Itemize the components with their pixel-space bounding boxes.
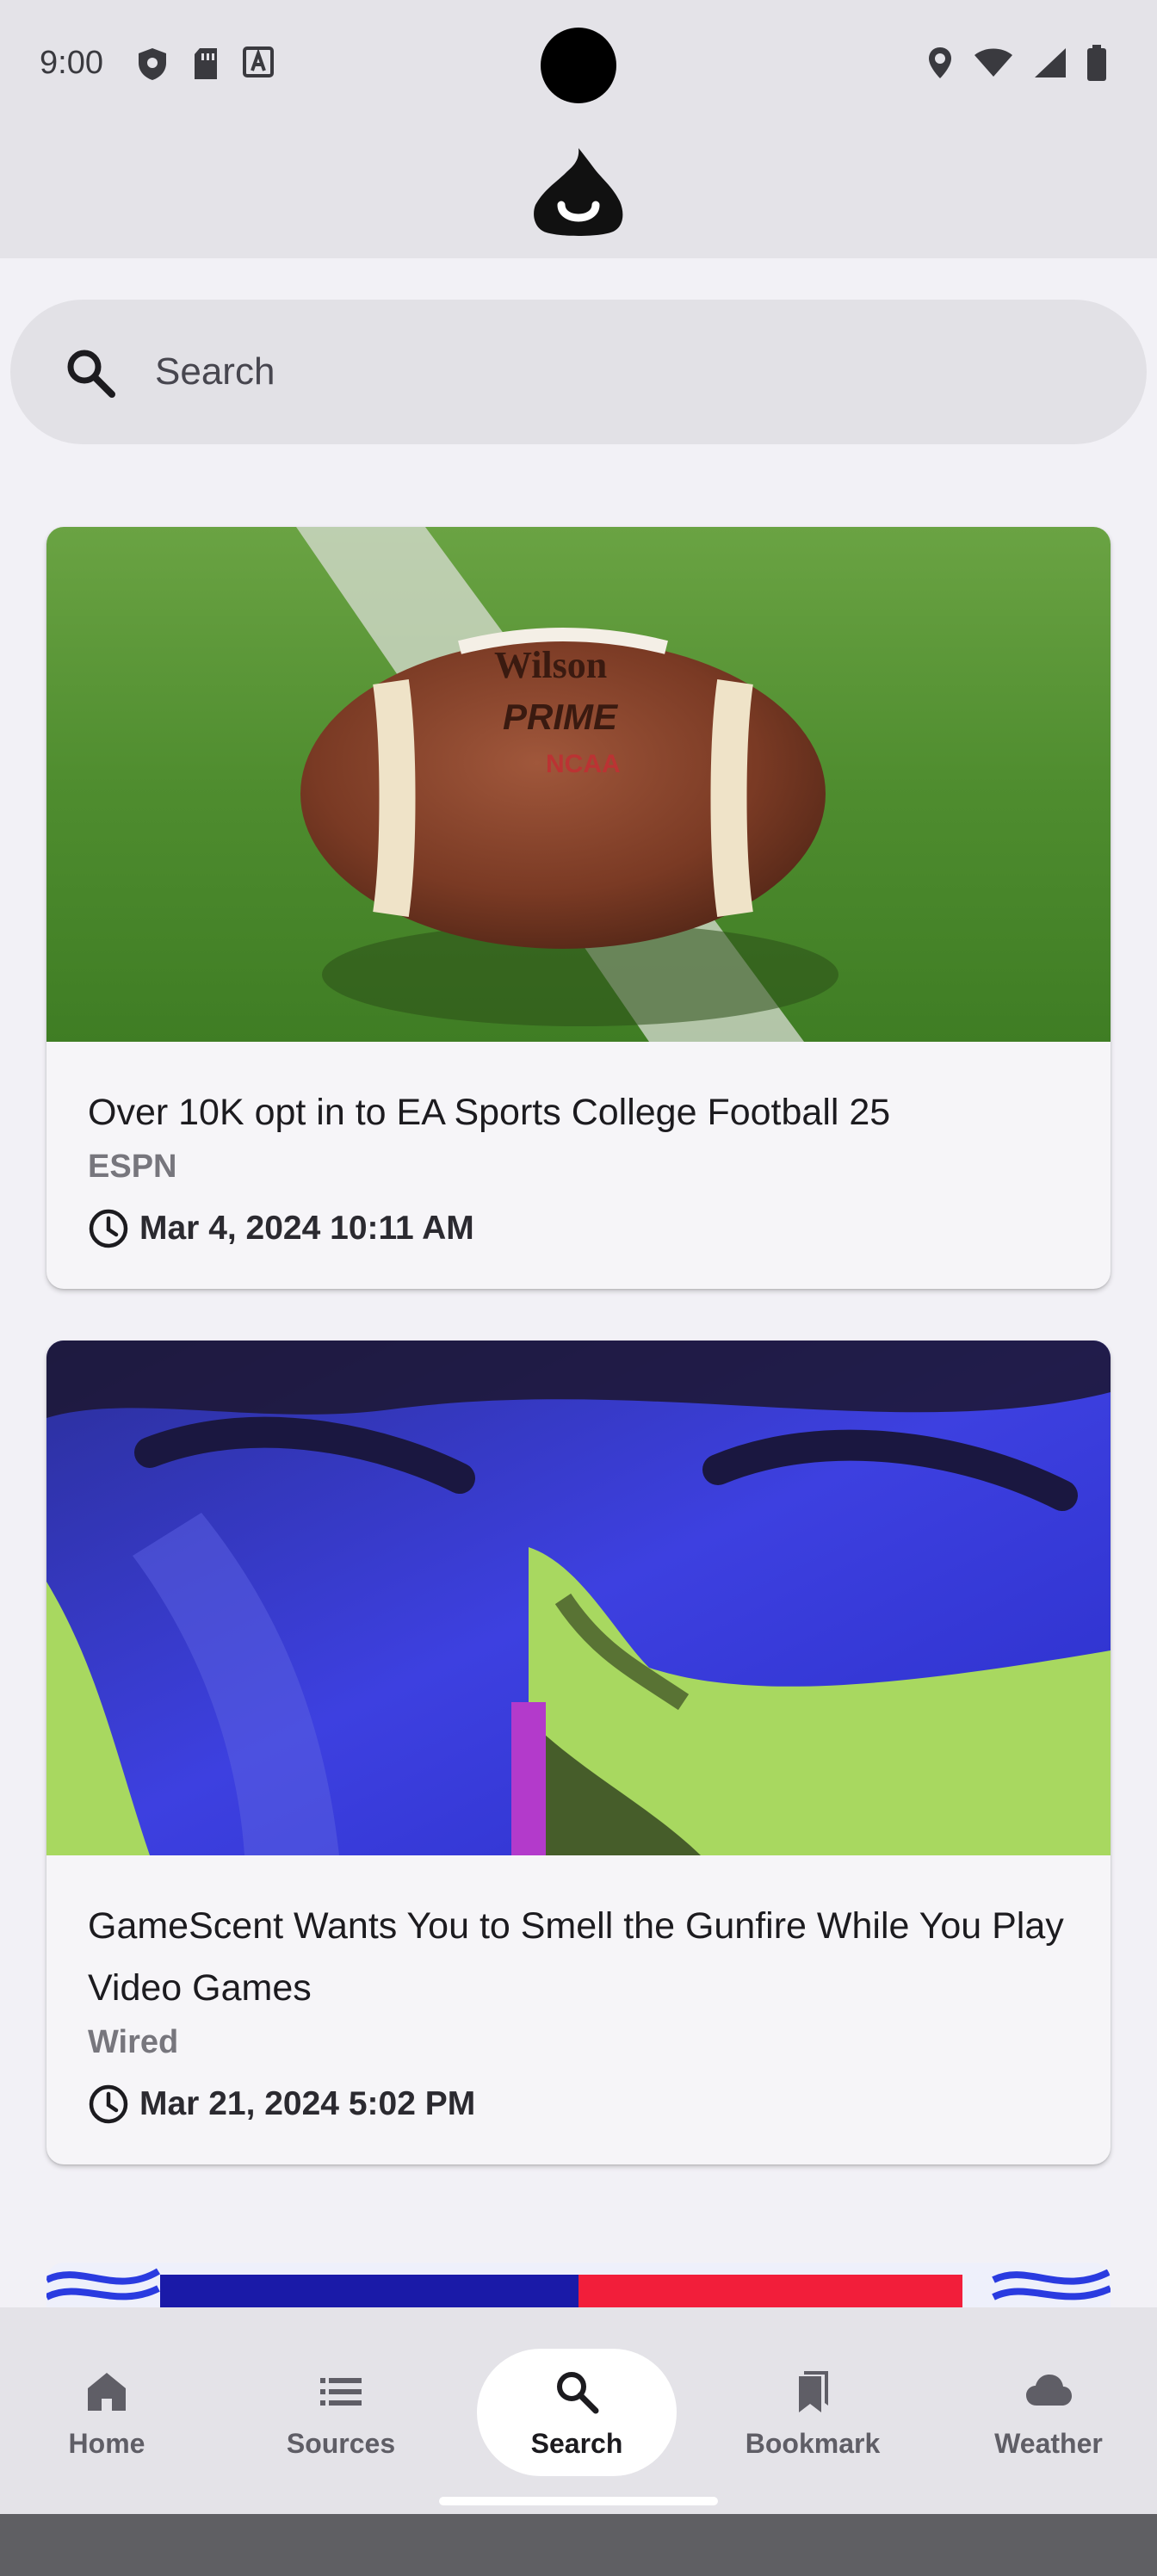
- nav-label: Bookmark: [745, 2428, 881, 2459]
- list-icon: [320, 2378, 362, 2406]
- search-input[interactable]: [155, 341, 1102, 403]
- search-icon: [557, 2372, 599, 2414]
- nav-item-sources[interactable]: Sources: [241, 2349, 441, 2476]
- nav-label: Home: [68, 2428, 145, 2459]
- article-image: [46, 1341, 1111, 1855]
- gesture-handle[interactable]: [439, 2497, 718, 2505]
- battery-icon: [1087, 45, 1106, 81]
- clock-icon: [89, 2084, 128, 2124]
- feed-flame-logo-icon: [534, 148, 623, 236]
- nav-item-weather[interactable]: Weather: [949, 2349, 1148, 2476]
- article-card[interactable]: Wilson PRIME NCAA Over 10K opt in to EA …: [46, 527, 1111, 1289]
- svg-text:Wilson: Wilson: [494, 644, 607, 686]
- article-date-row: Mar 21, 2024 5:02 PM: [88, 2084, 1069, 2125]
- svg-text:PRIME: PRIME: [503, 697, 619, 737]
- clock-icon: [89, 1209, 128, 1248]
- article-card-peek[interactable]: [46, 2263, 1111, 2314]
- system-navigation-area: [0, 2514, 1157, 2576]
- status-left-icons: [136, 46, 274, 81]
- article-card[interactable]: GameScent Wants You to Smell the Gunfire…: [46, 1341, 1111, 2164]
- status-bar: 9:00: [0, 0, 1157, 129]
- sim-card-icon: [195, 48, 217, 79]
- status-time: 9:00: [40, 45, 103, 81]
- nav-item-home[interactable]: Home: [7, 2349, 207, 2476]
- nav-item-bookmark[interactable]: Bookmark: [713, 2349, 913, 2476]
- nav-label: Weather: [994, 2428, 1103, 2459]
- article-date: Mar 4, 2024 10:11 AM: [139, 1210, 474, 1247]
- search-icon: [67, 350, 115, 398]
- article-feed: Wilson PRIME NCAA Over 10K opt in to EA …: [46, 527, 1111, 2216]
- camera-cutout: [541, 28, 616, 103]
- signal-icon: [1035, 48, 1066, 77]
- article-body: GameScent Wants You to Smell the Gunfire…: [46, 1855, 1111, 2164]
- font-icon: [243, 46, 274, 77]
- nav-label: Search: [530, 2428, 623, 2459]
- article-title[interactable]: GameScent Wants You to Smell the Gunfire…: [88, 1895, 1069, 2019]
- article-date: Mar 21, 2024 5:02 PM: [139, 2085, 476, 2122]
- article-source: ESPN: [88, 1149, 177, 1185]
- top-app-bar: 9:00: [0, 0, 1157, 258]
- bookmark-icon: [799, 2371, 828, 2412]
- svg-text:NCAA: NCAA: [546, 750, 621, 778]
- nav-label: Sources: [286, 2428, 396, 2459]
- article-title[interactable]: Over 10K opt in to EA Sports College Foo…: [88, 1081, 1069, 1143]
- search-bar[interactable]: [10, 300, 1147, 444]
- status-right-icons: [926, 45, 1107, 81]
- location-icon: [929, 47, 951, 78]
- wifi-icon: [974, 48, 1012, 77]
- article-image: Wilson PRIME NCAA: [46, 527, 1111, 1042]
- nav-item-search[interactable]: Search: [477, 2349, 677, 2476]
- article-source: Wired: [88, 2024, 179, 2060]
- shield-icon: [139, 48, 166, 80]
- bottom-navigation: Home Sources Search Bookmark Weather: [0, 2307, 1157, 2514]
- home-icon: [88, 2373, 126, 2411]
- article-date-row: Mar 4, 2024 10:11 AM: [88, 1208, 1069, 1249]
- article-body: Over 10K opt in to EA Sports College Foo…: [46, 1042, 1111, 1289]
- cloud-icon: [1026, 2375, 1072, 2406]
